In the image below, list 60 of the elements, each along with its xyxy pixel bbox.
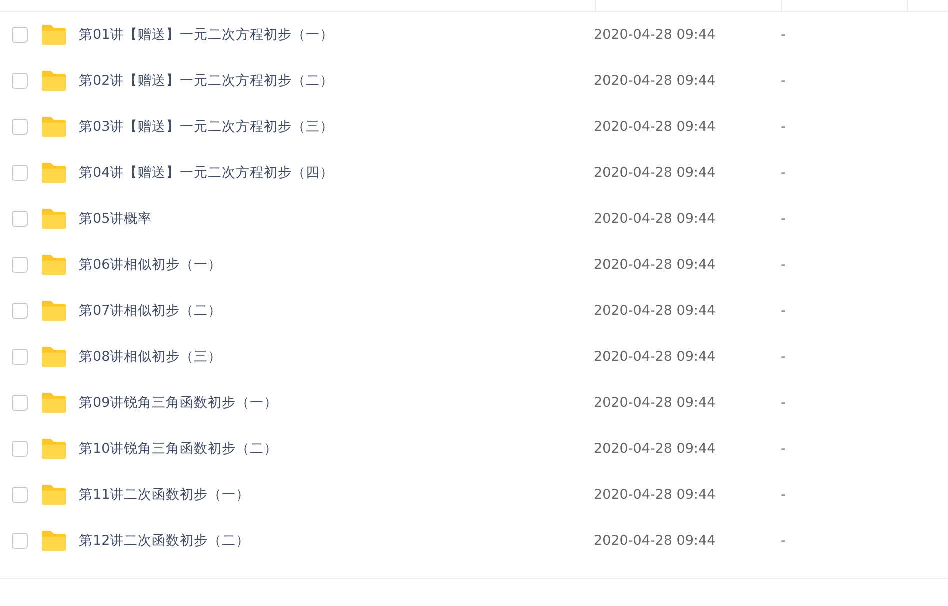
file-name[interactable]: 第06讲相似初步（一）	[79, 254, 559, 276]
folder-icon	[41, 438, 67, 460]
file-size: -	[781, 302, 786, 321]
row-checkbox[interactable]	[12, 487, 28, 503]
file-size: -	[781, 164, 786, 183]
folder-icon	[41, 24, 67, 46]
folder-icon	[41, 116, 67, 138]
modified-date: 2020-04-28 09:44	[594, 210, 717, 229]
folder-icon	[41, 530, 67, 552]
file-name[interactable]: 第10讲锐角三角函数初步（二）	[79, 438, 559, 460]
file-size: -	[781, 440, 786, 459]
file-name[interactable]: 第12讲二次函数初步（二）	[79, 530, 559, 552]
file-size: -	[781, 256, 786, 275]
modified-date: 2020-04-28 09:44	[594, 302, 717, 321]
modified-date: 2020-04-28 09:44	[594, 348, 717, 367]
folder-icon	[41, 162, 67, 184]
file-name[interactable]: 第04讲【赠送】一元二次方程初步（四）	[79, 162, 559, 184]
file-name[interactable]: 第09讲锐角三角函数初步（一）	[79, 392, 559, 414]
file-size: -	[781, 486, 786, 505]
modified-date: 2020-04-28 09:44	[594, 532, 717, 551]
modified-date: 2020-04-28 09:44	[594, 118, 717, 137]
modified-date: 2020-04-28 09:44	[594, 394, 717, 413]
file-name[interactable]: 第11讲二次函数初步（一）	[79, 484, 559, 506]
file-name[interactable]: 第08讲相似初步（三）	[79, 346, 559, 368]
row-checkbox[interactable]	[12, 349, 28, 365]
row-checkbox[interactable]	[12, 303, 28, 319]
row-checkbox[interactable]	[12, 27, 28, 43]
modified-date: 2020-04-28 09:44	[594, 164, 717, 183]
modified-date: 2020-04-28 09:44	[594, 256, 717, 275]
row-checkbox[interactable]	[12, 441, 28, 457]
file-size: -	[781, 394, 786, 413]
file-name[interactable]: 第05讲概率	[79, 208, 559, 230]
file-size: -	[781, 348, 786, 367]
row-checkbox[interactable]	[12, 119, 28, 135]
file-size: -	[781, 210, 786, 229]
row-checkbox[interactable]	[12, 533, 28, 549]
folder-icon	[41, 70, 67, 92]
file-name[interactable]: 第03讲【赠送】一元二次方程初步（三）	[79, 116, 559, 138]
file-size: -	[781, 26, 786, 45]
folder-icon	[41, 208, 67, 230]
file-name[interactable]: 第01讲【赠送】一元二次方程初步（一）	[79, 24, 559, 46]
file-size: -	[781, 72, 786, 91]
file-size: -	[781, 532, 786, 551]
modified-date: 2020-04-28 09:44	[594, 26, 717, 45]
row-checkbox[interactable]	[12, 73, 28, 89]
modified-date: 2020-04-28 09:44	[594, 440, 717, 459]
row-checkbox[interactable]	[12, 257, 28, 273]
modified-date: 2020-04-28 09:44	[594, 486, 717, 505]
folder-icon	[41, 346, 67, 368]
modified-date: 2020-04-28 09:44	[594, 72, 717, 91]
row-checkbox[interactable]	[12, 165, 28, 181]
row-checkbox[interactable]	[12, 211, 28, 227]
folder-icon	[41, 484, 67, 506]
folder-icon	[41, 254, 67, 276]
file-size: -	[781, 118, 786, 137]
folder-icon	[41, 300, 67, 322]
row-checkbox[interactable]	[12, 395, 28, 411]
file-name[interactable]: 第07讲相似初步（二）	[79, 300, 559, 322]
folder-icon	[41, 392, 67, 414]
file-name[interactable]: 第02讲【赠送】一元二次方程初步（二）	[79, 70, 559, 92]
